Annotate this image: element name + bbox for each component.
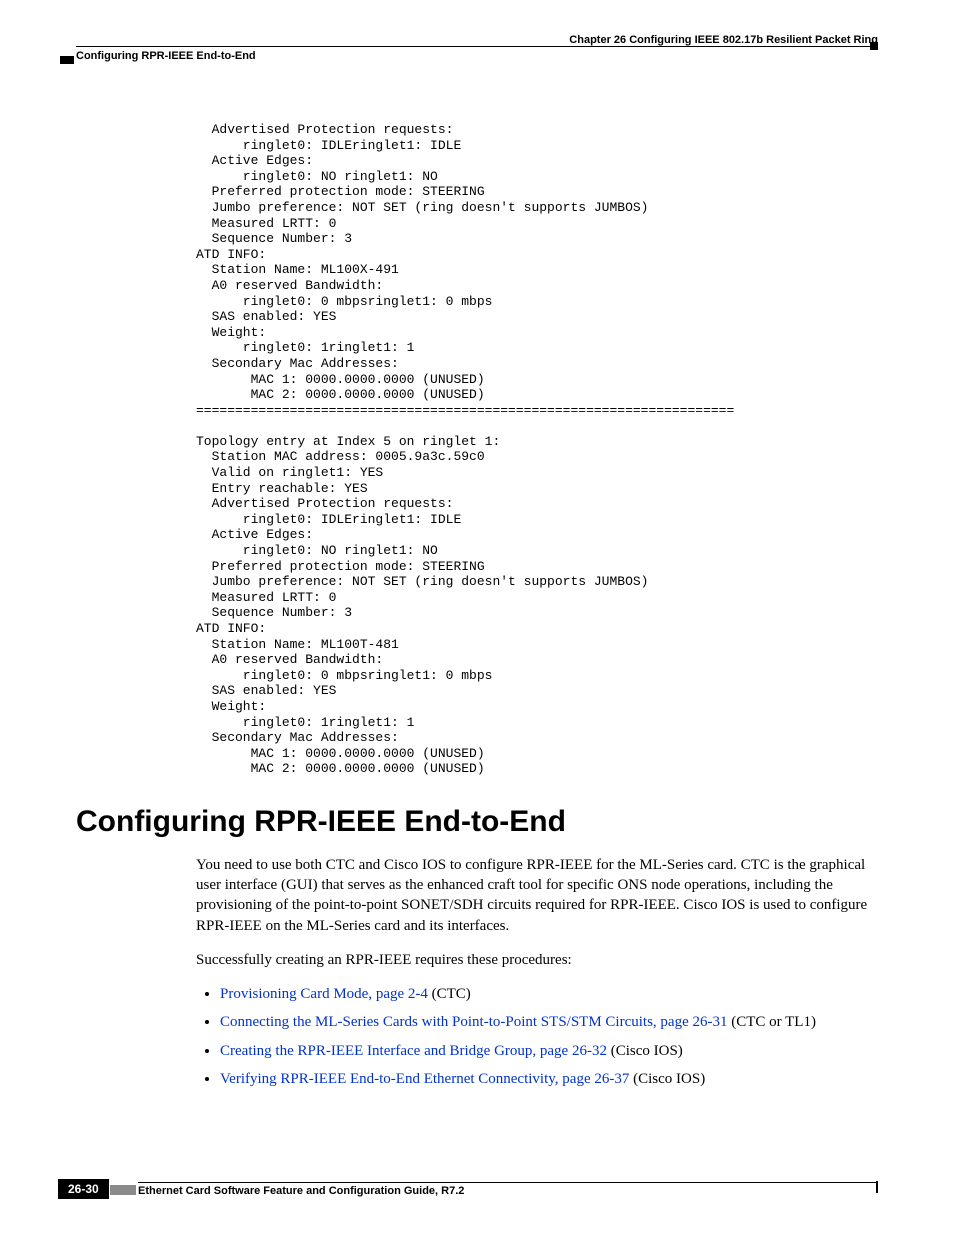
- footer-title: Ethernet Card Software Feature and Confi…: [138, 1185, 878, 1197]
- list-item: Connecting the ML-Series Cards with Poin…: [220, 1012, 878, 1032]
- list-item: Verifying RPR-IEEE End-to-End Ethernet C…: [220, 1069, 878, 1089]
- running-section: Configuring RPR-IEEE End-to-End: [76, 50, 878, 62]
- chapter-title: Chapter 26 Configuring IEEE 802.17b Resi…: [76, 34, 878, 46]
- xref-link[interactable]: Connecting the ML-Series Cards with Poin…: [220, 1014, 727, 1030]
- page-number: 26-30: [58, 1179, 109, 1199]
- list-suffix: (CTC or TL1): [727, 1014, 815, 1030]
- lead-in-paragraph: Successfully creating an RPR-IEEE requir…: [196, 950, 878, 970]
- xref-link[interactable]: Creating the RPR-IEEE Interface and Brid…: [220, 1043, 607, 1059]
- page-footer: Ethernet Card Software Feature and Confi…: [58, 1182, 878, 1197]
- xref-link[interactable]: Provisioning Card Mode, page 2-4: [220, 986, 428, 1002]
- header-rule: [76, 46, 878, 47]
- list-item: Provisioning Card Mode, page 2-4 (CTC): [220, 984, 878, 1004]
- header-left-marker: [60, 56, 74, 64]
- xref-link[interactable]: Verifying RPR-IEEE End-to-End Ethernet C…: [220, 1071, 629, 1087]
- list-suffix: (CTC): [428, 986, 471, 1002]
- section-heading: Configuring RPR-IEEE End-to-End: [76, 805, 878, 839]
- intro-paragraph: You need to use both CTC and Cisco IOS t…: [196, 855, 878, 936]
- procedure-list: Provisioning Card Mode, page 2-4 (CTC) C…: [196, 984, 878, 1089]
- list-suffix: (Cisco IOS): [607, 1043, 683, 1059]
- terminal-output: Advertised Protection requests: ringlet0…: [196, 122, 878, 777]
- page-number-tail: [110, 1185, 136, 1195]
- footer-rule: [138, 1182, 878, 1183]
- list-item: Creating the RPR-IEEE Interface and Brid…: [220, 1041, 878, 1061]
- list-suffix: (Cisco IOS): [629, 1071, 705, 1087]
